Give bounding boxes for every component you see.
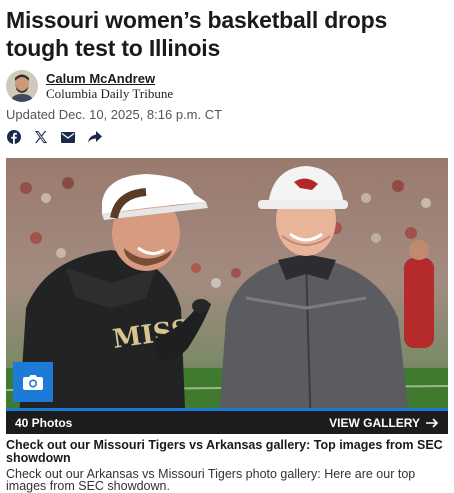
email-icon[interactable] bbox=[60, 129, 76, 145]
headline: Missouri women’s basketball drops tough … bbox=[6, 7, 388, 61]
arrow-right-icon bbox=[426, 417, 439, 428]
byline: Calum McAndrew Columbia Daily Tribune bbox=[6, 70, 448, 102]
gallery-caption-title[interactable]: Check out our Missouri Tigers vs Arkansa… bbox=[6, 439, 448, 465]
gallery-bar: 40 Photos VIEW GALLERY bbox=[6, 408, 448, 434]
photo-gallery[interactable]: MISS 40 Photos VIEW GALLERY bbox=[6, 158, 448, 434]
article-header: Missouri women’s basketball drops tough … bbox=[0, 0, 454, 492]
share-bar bbox=[6, 128, 448, 146]
gallery-photo[interactable]: MISS bbox=[6, 158, 448, 434]
author-name-link[interactable]: Calum McAndrew bbox=[46, 71, 173, 86]
share-arrow-icon[interactable] bbox=[87, 129, 103, 145]
author-block: Calum McAndrew Columbia Daily Tribune bbox=[46, 71, 173, 101]
gallery-caption-text: Check out our Arkansas vs Missouri Tiger… bbox=[6, 467, 416, 493]
photo-count: 40 Photos bbox=[15, 415, 73, 430]
updated-timestamp: Updated Dec. 10, 2025, 8:16 p.m. CT bbox=[6, 107, 223, 122]
camera-icon[interactable] bbox=[13, 362, 53, 402]
facebook-icon[interactable] bbox=[6, 129, 22, 145]
view-gallery-link[interactable]: VIEW GALLERY bbox=[329, 416, 439, 430]
author-photo bbox=[6, 70, 38, 102]
view-gallery-label: VIEW GALLERY bbox=[329, 415, 420, 430]
x-icon[interactable] bbox=[33, 129, 49, 145]
outlet-name: Columbia Daily Tribune bbox=[46, 86, 174, 101]
author-avatar[interactable] bbox=[6, 70, 38, 102]
